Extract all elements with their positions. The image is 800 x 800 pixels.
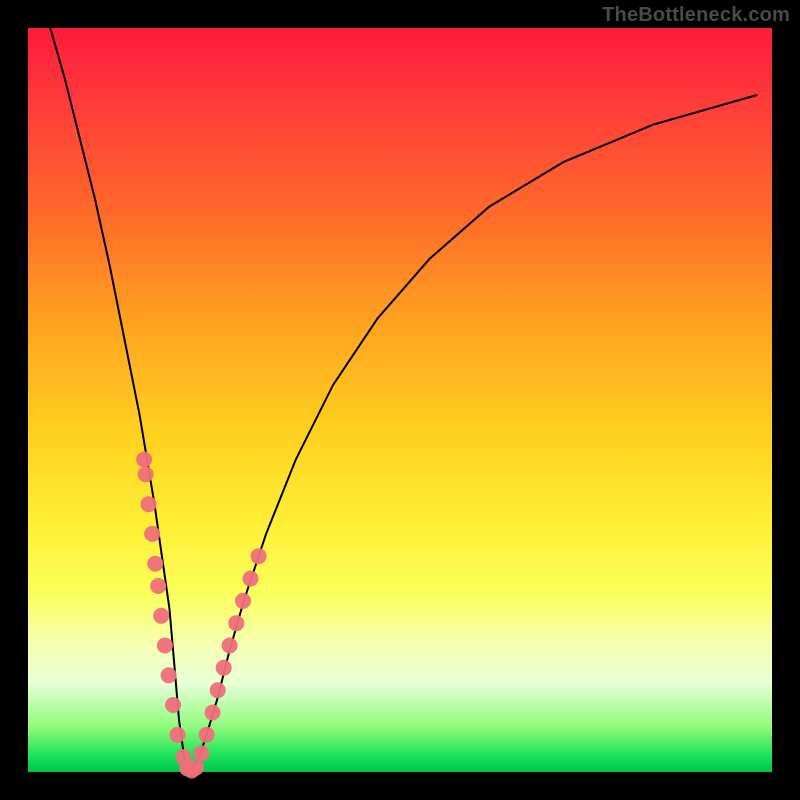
data-dot: [150, 578, 166, 594]
data-dot: [165, 697, 181, 713]
data-dot: [235, 593, 251, 609]
data-dot: [141, 496, 157, 512]
data-dot: [199, 727, 215, 743]
watermark-text: TheBottleneck.com: [602, 4, 790, 27]
data-dot: [251, 548, 267, 564]
data-dot: [161, 667, 177, 683]
data-dot: [216, 660, 232, 676]
bottleneck-curve: [50, 28, 757, 772]
data-dot: [243, 571, 259, 587]
data-dot: [193, 745, 209, 761]
data-dot: [210, 682, 226, 698]
data-dot: [157, 638, 173, 654]
data-dot: [138, 466, 154, 482]
data-dot: [188, 760, 204, 776]
plot-area: [28, 28, 772, 772]
data-dot: [170, 727, 186, 743]
data-dot: [144, 526, 160, 542]
data-dot: [147, 556, 163, 572]
data-dot: [153, 608, 169, 624]
data-dot: [222, 638, 238, 654]
data-dot: [136, 452, 152, 468]
data-dot: [228, 615, 244, 631]
data-dot: [205, 705, 221, 721]
chart-svg: [28, 28, 772, 772]
chart-frame: TheBottleneck.com: [0, 0, 800, 800]
data-dots: [136, 452, 267, 779]
